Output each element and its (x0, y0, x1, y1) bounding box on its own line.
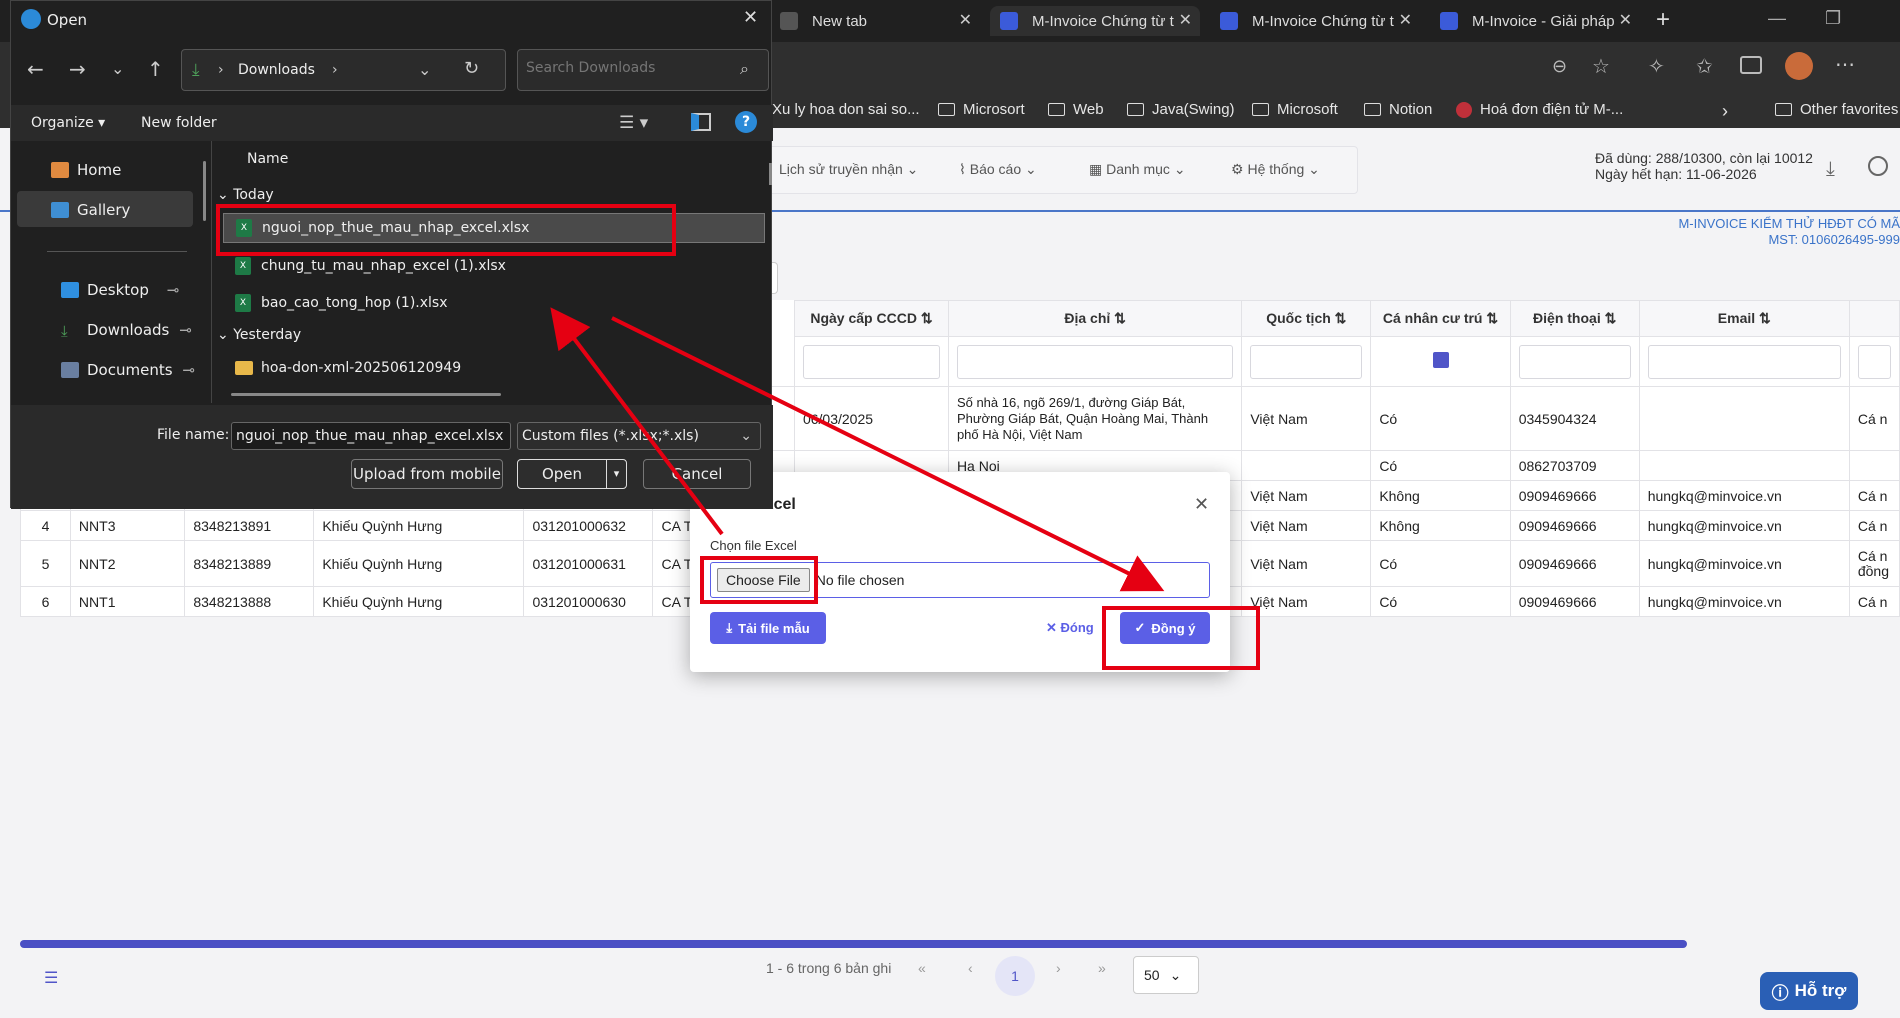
arrow-to-confirm (611, 316, 1165, 592)
annotation-arrows (550, 307, 1165, 592)
arrow-to-file (550, 307, 724, 536)
